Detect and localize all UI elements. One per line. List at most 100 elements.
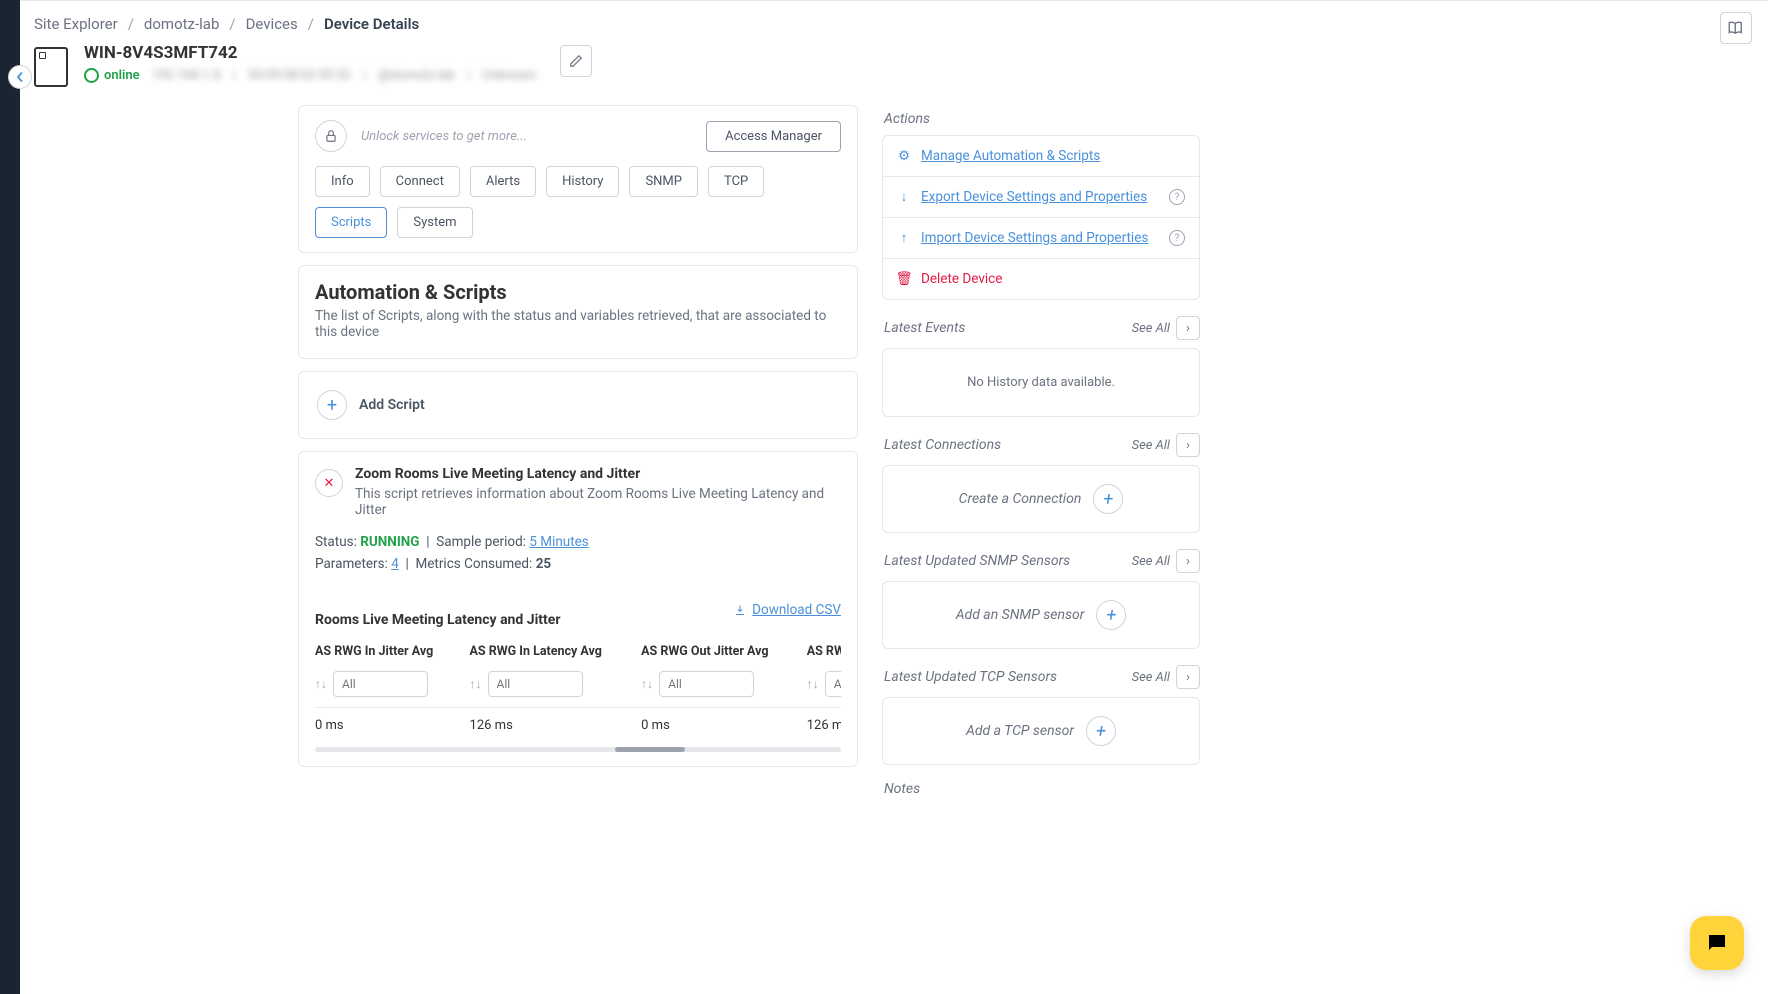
tcp-heading: Latest Updated TCP Sensors xyxy=(884,669,1057,685)
chevron-right-icon: › xyxy=(1176,665,1200,689)
section-subtitle: The list of Scripts, along with the stat… xyxy=(315,308,841,340)
add-script-card: + Add Script xyxy=(298,371,858,439)
see-all-events[interactable]: See All› xyxy=(1132,316,1200,340)
breadcrumb-site-explorer[interactable]: Site Explorer xyxy=(34,15,118,33)
download-icon: ↓ xyxy=(897,189,911,205)
breadcrumb: Site Explorer / domotz-lab / Devices / D… xyxy=(20,1,1768,43)
sort-icon[interactable]: ↑↓ xyxy=(807,677,819,691)
device-name: WIN-8V4S3MFT742 xyxy=(84,43,536,63)
events-heading: Latest Events xyxy=(884,320,965,336)
cell: 0 ms xyxy=(315,708,470,744)
events-empty: No History data available. xyxy=(882,348,1200,417)
add-snmp-button[interactable]: + xyxy=(1096,600,1126,630)
table-row: 0 ms 126 ms 0 ms 126 ms xyxy=(315,708,841,744)
add-tcp-label: Add a TCP sensor xyxy=(966,723,1074,739)
remove-script-button[interactable]: ✕ xyxy=(315,469,343,497)
add-script-label: Add Script xyxy=(359,397,425,413)
actions-heading: Actions xyxy=(884,111,1200,127)
add-tcp-button[interactable]: + xyxy=(1086,716,1116,746)
script-item-card: ✕ Zoom Rooms Live Meeting Latency and Ji… xyxy=(298,451,858,767)
breadcrumb-site[interactable]: domotz-lab xyxy=(144,15,219,33)
cell: 0 ms xyxy=(641,708,807,744)
breadcrumb-current: Device Details xyxy=(324,15,419,33)
edit-device-button[interactable] xyxy=(560,45,592,77)
action-export-settings[interactable]: ↓ Export Device Settings and Properties … xyxy=(883,177,1199,218)
column-filter[interactable] xyxy=(825,671,841,697)
tab-history[interactable]: History xyxy=(546,166,619,197)
add-snmp-label: Add an SNMP sensor xyxy=(956,607,1085,623)
services-card: Unlock services to get more... Access Ma… xyxy=(298,105,858,253)
snmp-heading: Latest Updated SNMP Sensors xyxy=(884,553,1070,569)
gear-icon: ⚙ xyxy=(897,148,911,164)
download-csv-link[interactable]: Download CSV xyxy=(734,602,841,618)
device-mac: 30:09:08:02:55:32 xyxy=(248,68,351,83)
connections-heading: Latest Connections xyxy=(884,437,1001,453)
sidebar-collapsed xyxy=(0,0,20,994)
status-badge: online xyxy=(84,68,140,83)
cell: 126 ms xyxy=(807,708,841,744)
data-table[interactable]: AS RWG In Jitter Avg AS RWG In Latency A… xyxy=(315,638,841,752)
create-connection-button[interactable]: + xyxy=(1093,484,1123,514)
metrics-count: 25 xyxy=(536,556,552,572)
create-connection-label: Create a Connection xyxy=(959,491,1082,507)
col-header[interactable]: AS RWG In Jitter Avg xyxy=(315,638,470,667)
script-params-line: Parameters: 4 | Metrics Consumed: 25 xyxy=(315,556,841,572)
help-icon[interactable]: ? xyxy=(1169,230,1185,246)
actions-list: ⚙ Manage Automation & Scripts ↓ Export D… xyxy=(882,135,1200,300)
tcp-empty: Add a TCP sensor + xyxy=(882,697,1200,765)
access-manager-button[interactable]: Access Manager xyxy=(706,121,841,152)
sample-period-link[interactable]: 5 Minutes xyxy=(529,534,588,550)
device-header: WIN-8V4S3MFT742 online 192.168.1.8 | 30:… xyxy=(20,43,1768,105)
upload-icon: ↑ xyxy=(897,230,911,246)
scripts-intro-card: Automation & Scripts The list of Scripts… xyxy=(298,265,858,359)
col-header[interactable]: AS RWG Out Jitter Avg xyxy=(641,638,807,667)
tab-info[interactable]: Info xyxy=(315,166,370,197)
device-site: @domotz-lab xyxy=(378,68,455,83)
tab-tcp[interactable]: TCP xyxy=(708,166,764,197)
chevron-right-icon: › xyxy=(1176,549,1200,573)
table-title: Rooms Live Meeting Latency and Jitter xyxy=(315,612,560,628)
sidebar-expand-button[interactable] xyxy=(8,65,32,89)
action-delete-device[interactable]: 🗑 Delete Device xyxy=(883,259,1199,299)
tab-snmp[interactable]: SNMP xyxy=(629,166,698,197)
breadcrumb-devices[interactable]: Devices xyxy=(246,15,298,33)
action-manage-scripts[interactable]: ⚙ Manage Automation & Scripts xyxy=(883,136,1199,177)
device-type-icon xyxy=(34,47,68,87)
cell: 126 ms xyxy=(470,708,642,744)
horizontal-scrollbar[interactable] xyxy=(315,747,841,752)
chevron-right-icon: › xyxy=(1176,433,1200,457)
lock-icon xyxy=(315,120,347,152)
notes-heading: Notes xyxy=(884,781,1200,797)
tab-alerts[interactable]: Alerts xyxy=(470,166,536,197)
snmp-empty: Add an SNMP sensor + xyxy=(882,581,1200,649)
see-all-tcp[interactable]: See All› xyxy=(1132,665,1200,689)
chevron-right-icon: › xyxy=(1176,316,1200,340)
see-all-connections[interactable]: See All› xyxy=(1132,433,1200,457)
col-header[interactable]: AS RWG In Latency Avg xyxy=(470,638,642,667)
device-ip: 192.168.1.8 xyxy=(152,68,221,83)
tab-system[interactable]: System xyxy=(397,207,472,238)
add-script-button[interactable]: + xyxy=(317,390,347,420)
section-title: Automation & Scripts xyxy=(315,280,841,304)
sort-icon[interactable]: ↑↓ xyxy=(315,677,327,691)
status-running: RUNNING xyxy=(360,534,419,550)
action-import-settings[interactable]: ↑ Import Device Settings and Properties … xyxy=(883,218,1199,259)
docs-icon[interactable] xyxy=(1720,12,1752,44)
lock-text: Unlock services to get more... xyxy=(361,129,692,144)
column-filter[interactable] xyxy=(659,671,754,697)
device-tabs: Info Connect Alerts History SNMP TCP Scr… xyxy=(315,166,841,238)
chat-fab[interactable] xyxy=(1690,916,1744,970)
help-icon[interactable]: ? xyxy=(1169,189,1185,205)
sort-icon[interactable]: ↑↓ xyxy=(641,677,653,691)
column-filter[interactable] xyxy=(333,671,428,697)
tab-connect[interactable]: Connect xyxy=(380,166,460,197)
see-all-snmp[interactable]: See All› xyxy=(1132,549,1200,573)
parameters-link[interactable]: 4 xyxy=(391,556,399,572)
script-title: Zoom Rooms Live Meeting Latency and Jitt… xyxy=(355,466,841,482)
col-header[interactable]: AS RWG Out L xyxy=(807,638,841,667)
script-status-line: Status: RUNNING | Sample period: 5 Minut… xyxy=(315,534,841,550)
tab-scripts[interactable]: Scripts xyxy=(315,207,387,238)
column-filter[interactable] xyxy=(488,671,583,697)
sort-icon[interactable]: ↑↓ xyxy=(470,677,482,691)
device-vendor: Unknown xyxy=(482,68,536,83)
